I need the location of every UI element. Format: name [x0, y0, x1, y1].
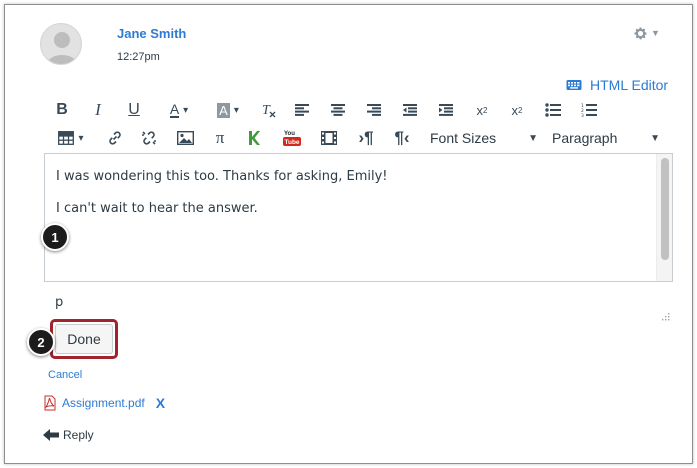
outdent-icon: [403, 104, 417, 116]
text-color-button[interactable]: A: [162, 98, 196, 122]
youtube-media-button[interactable]: You Tube: [282, 126, 302, 150]
align-left-button[interactable]: [294, 98, 310, 122]
youtube-icon: You Tube: [283, 131, 301, 146]
chevron-down-icon: ▼: [651, 28, 660, 38]
step-callout-1: 1: [41, 223, 69, 251]
resize-handle[interactable]: [660, 308, 670, 321]
rtl-icon: ¶‹: [394, 128, 410, 147]
cancel-link[interactable]: Cancel: [48, 369, 82, 381]
bold-button[interactable]: B: [54, 98, 70, 122]
font-sizes-label: Font Sizes: [430, 130, 497, 146]
attachment-link[interactable]: Assignment.pdf: [62, 396, 145, 410]
clear-formatting-icon: T: [262, 103, 276, 118]
avatar-placeholder-icon: [47, 32, 77, 64]
pdf-icon: [44, 395, 56, 411]
svg-text:3: 3: [581, 113, 584, 117]
link-icon: [109, 131, 121, 145]
superscript-button[interactable]: x2: [474, 98, 490, 122]
numbered-list-icon: 123: [581, 103, 597, 117]
post-time: 12:27pm: [117, 51, 160, 63]
author-name[interactable]: Jane Smith: [117, 26, 186, 41]
editor-paragraph: I can't wait to hear the answer.: [56, 201, 258, 216]
remove-attachment-button[interactable]: X: [156, 395, 165, 411]
step-callout-2: 2: [27, 328, 55, 356]
image-button[interactable]: [176, 126, 194, 150]
keyboard-icon: [566, 80, 582, 90]
done-button[interactable]: Done: [55, 324, 113, 354]
resize-grip-icon: [662, 313, 670, 321]
outdent-button[interactable]: [402, 98, 418, 122]
chevron-down-icon: ▼: [528, 132, 538, 144]
image-icon: [176, 131, 194, 145]
clear-formatting-button[interactable]: T: [260, 98, 278, 122]
rtl-button[interactable]: ¶‹: [392, 126, 412, 150]
bullet-list-icon: [545, 103, 561, 117]
kaltura-icon: [249, 131, 260, 145]
align-center-button[interactable]: [330, 98, 346, 122]
avatar[interactable]: [40, 23, 82, 65]
element-path[interactable]: p: [55, 295, 63, 310]
reply-label: Reply: [63, 428, 94, 442]
attachment-item: Assignment.pdf X: [43, 394, 165, 412]
kaltura-media-button[interactable]: [246, 126, 262, 150]
table-button[interactable]: [54, 126, 88, 150]
rich-content-editor[interactable]: I was wondering this too. Thanks for ask…: [44, 153, 673, 282]
paragraph-format-dropdown[interactable]: Paragraph ▼: [552, 126, 660, 150]
record-media-button[interactable]: [320, 126, 338, 150]
italic-button[interactable]: I: [90, 98, 106, 122]
svg-text:T: T: [262, 103, 271, 118]
svg-text:Tube: Tube: [285, 139, 300, 146]
unlink-icon: [142, 131, 156, 145]
background-color-button[interactable]: A: [210, 98, 246, 122]
settings-menu-button[interactable]: ▼: [633, 24, 663, 42]
align-right-button[interactable]: [366, 98, 382, 122]
numbered-list-button[interactable]: 123: [580, 98, 598, 122]
indent-icon: [439, 104, 453, 116]
reply-arrow-icon: [43, 429, 59, 441]
align-right-icon: [367, 104, 381, 116]
scrollbar-thumb[interactable]: [661, 158, 669, 260]
film-icon: [321, 131, 337, 145]
gear-icon: [634, 27, 647, 39]
table-icon: [58, 131, 75, 145]
editor-content[interactable]: I was wondering this too. Thanks for ask…: [56, 168, 388, 232]
svg-text:You: You: [284, 131, 295, 137]
align-center-icon: [331, 104, 345, 116]
reply-button[interactable]: Reply: [43, 427, 94, 443]
html-editor-toggle[interactable]: HTML Editor: [566, 76, 668, 94]
ltr-button[interactable]: ›¶: [356, 126, 376, 150]
math-equation-button[interactable]: π: [212, 126, 228, 150]
ltr-icon: ›¶: [358, 128, 374, 147]
subscript-button[interactable]: x2: [508, 98, 526, 122]
editor-scrollbar[interactable]: [656, 154, 672, 281]
chevron-down-icon: ▼: [650, 132, 660, 144]
paragraph-label: Paragraph: [552, 130, 618, 146]
align-left-icon: [295, 104, 309, 116]
editor-paragraph: I was wondering this too. Thanks for ask…: [56, 169, 388, 184]
underline-button[interactable]: U: [126, 98, 142, 122]
unlink-button[interactable]: [140, 126, 158, 150]
link-button[interactable]: [106, 126, 124, 150]
font-sizes-dropdown[interactable]: Font Sizes ▼: [430, 126, 538, 150]
html-editor-label: HTML Editor: [590, 77, 669, 93]
indent-button[interactable]: [438, 98, 454, 122]
bullet-list-button[interactable]: [544, 98, 562, 122]
